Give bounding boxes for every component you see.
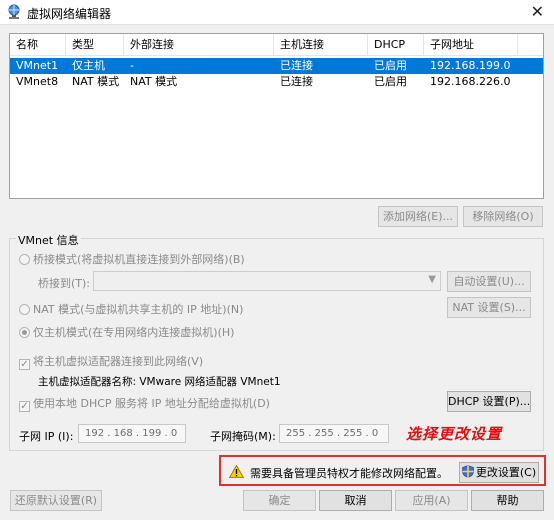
connect-adapter-label: 将主机虚拟适配器连接到此网络(V) [33, 355, 204, 368]
dhcp-settings-button[interactable]: DHCP 设置(P)... [447, 391, 531, 412]
network-row-vmnet8[interactable]: VMnet8 NAT 模式 NAT 模式 已连接 已启用 192.168.226… [10, 74, 543, 90]
bridged-label: 桥接模式(将虚拟机直接连接到外部网络)(B) [33, 253, 245, 266]
row-subnet: 192.168.199.0 [430, 59, 511, 72]
network-list[interactable]: 名称 类型 外部连接 主机连接 DHCP 子网地址 VMnet1 仅主机 - 已… [9, 33, 544, 199]
add-network-button[interactable]: 添加网络(E)... [378, 206, 458, 227]
help-button[interactable]: 帮助 [471, 490, 544, 511]
connect-adapter-option[interactable]: ✓ 将主机虚拟适配器连接到此网络(V) [19, 353, 203, 370]
cancel-button[interactable]: 取消 [319, 490, 392, 511]
adapter-name: 主机虚拟适配器名称: VMware 网络适配器 VMnet1 [38, 376, 281, 388]
row-dhcp: 已启用 [374, 59, 407, 72]
column-header-type[interactable]: 类型 [66, 34, 124, 56]
nat-mode-option[interactable]: NAT 模式(与虚拟机共享主机的 IP 地址)(N) [19, 301, 243, 317]
bridged-radio[interactable] [19, 254, 30, 265]
row-host: 已连接 [280, 75, 313, 88]
host-only-label: 仅主机模式(在专用网络内连接虚拟机)(H) [33, 326, 235, 339]
bridged-mode-option[interactable]: 桥接模式(将虚拟机直接连接到外部网络)(B) [19, 251, 245, 267]
row-name: VMnet8 [16, 75, 59, 88]
chevron-down-icon: ▼ [428, 274, 436, 285]
bridged-to-label: 桥接到(T): [38, 277, 91, 290]
apply-button[interactable]: 应用(A) [395, 490, 468, 511]
uac-shield-icon [462, 465, 474, 478]
row-external: - [130, 59, 134, 72]
host-only-radio[interactable] [19, 327, 30, 338]
vmnet-info-label: VMnet 信息 [16, 232, 81, 248]
vmnet-info-group [9, 238, 544, 451]
host-only-option[interactable]: 仅主机模式(在专用网络内连接虚拟机)(H) [19, 324, 234, 340]
connect-adapter-checkbox[interactable]: ✓ [19, 359, 30, 370]
nat-label: NAT 模式(与虚拟机共享主机的 IP 地址)(N) [33, 303, 244, 316]
row-name: VMnet1 [16, 59, 59, 72]
subnet-ip-field[interactable]: 192 . 168 . 199 . 0 [78, 424, 186, 443]
nat-settings-button[interactable]: NAT 设置(S)... [447, 297, 531, 318]
auto-settings-button[interactable]: 自动设置(U)... [447, 271, 531, 292]
admin-warning-text: 需要具备管理员特权才能修改网络配置。 [250, 467, 448, 480]
row-subnet: 192.168.226.0 [430, 75, 511, 88]
title-bar: 虚拟网络编辑器 ✕ [0, 0, 554, 25]
subnet-mask-label: 子网掩码(M): [210, 430, 276, 443]
use-dhcp-checkbox[interactable]: ✓ [19, 401, 30, 412]
use-dhcp-label: 使用本地 DHCP 服务将 IP 地址分配给虚拟机(D) [33, 397, 270, 410]
subnet-ip-label: 子网 IP (I): [19, 430, 74, 443]
column-header-host[interactable]: 主机连接 [274, 34, 368, 56]
row-type: 仅主机 [72, 59, 105, 72]
row-type: NAT 模式 [72, 75, 120, 88]
bridged-to-dropdown[interactable]: ▼ [93, 271, 441, 291]
network-globe-icon [8, 4, 20, 19]
close-button[interactable]: ✕ [531, 2, 544, 21]
list-header: 名称 类型 外部连接 主机连接 DHCP 子网地址 [10, 34, 543, 56]
network-row-vmnet1[interactable]: VMnet1 仅主机 - 已连接 已启用 192.168.199.0 [10, 58, 543, 74]
subnet-mask-field[interactable]: 255 . 255 . 255 . 0 [279, 424, 389, 443]
change-settings-button[interactable]: 更改设置(C) [459, 462, 539, 483]
column-header-external[interactable]: 外部连接 [124, 34, 274, 56]
warning-icon [229, 465, 244, 478]
use-dhcp-option[interactable]: ✓ 使用本地 DHCP 服务将 IP 地址分配给虚拟机(D) [19, 395, 270, 412]
row-external: NAT 模式 [130, 75, 178, 88]
change-settings-label: 更改设置(C) [475, 466, 537, 479]
row-host: 已连接 [280, 59, 313, 72]
restore-defaults-button[interactable]: 还原默认设置(R) [10, 490, 102, 511]
window-title: 虚拟网络编辑器 [27, 7, 112, 21]
column-header-name[interactable]: 名称 [10, 34, 66, 56]
column-header-subnet[interactable]: 子网地址 [424, 34, 518, 56]
column-header-dhcp[interactable]: DHCP [368, 34, 424, 56]
ok-button[interactable]: 确定 [243, 490, 316, 511]
nat-radio[interactable] [19, 304, 30, 315]
row-dhcp: 已启用 [374, 75, 407, 88]
annotation-text: 选择更改设置 [406, 425, 503, 443]
remove-network-button[interactable]: 移除网络(O) [463, 206, 543, 227]
